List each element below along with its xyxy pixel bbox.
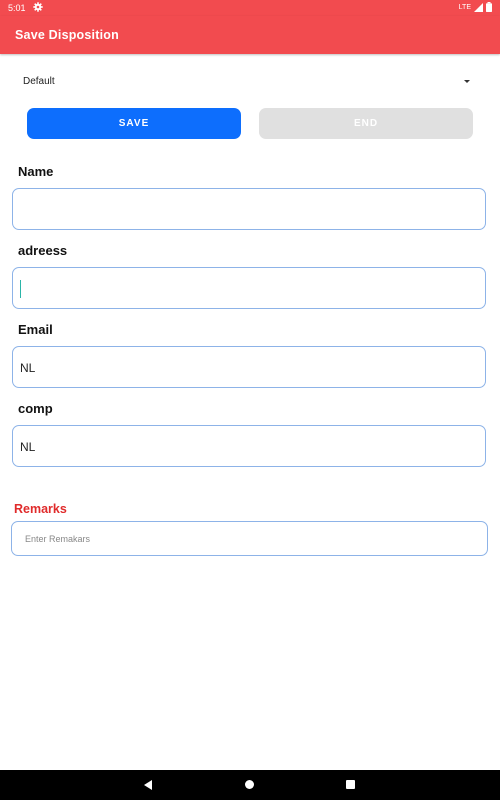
comp-label: comp [18,401,53,416]
address-field[interactable] [12,267,486,309]
battery-icon [486,2,492,14]
save-button[interactable]: SAVE [27,108,241,139]
remarks-input[interactable]: Enter Remakars [11,521,488,556]
navigation-bar [0,770,500,800]
address-label: adreess [18,243,68,258]
network-type: LTE [458,4,471,11]
recents-icon[interactable] [346,780,355,789]
end-button[interactable]: END [259,108,473,139]
lte-signal-icon [474,2,483,14]
name-field[interactable] [12,188,486,230]
email-label: Email [18,322,53,337]
gear-icon [33,2,43,12]
disposition-dropdown[interactable]: Default [14,70,478,92]
app-bar: Save Disposition [0,16,500,54]
name-label: Name [18,164,54,179]
status-time: 5:01 [8,3,26,13]
email-value: NL [20,361,36,375]
chevron-down-icon [464,80,470,83]
remarks-placeholder: Enter Remakars [25,534,91,544]
page-title: Save Disposition [15,28,119,42]
text-cursor [20,280,21,298]
back-icon[interactable] [144,780,152,790]
comp-value: NL [20,440,36,454]
status-indicators: LTE [459,2,492,14]
status-bar: 5:01 LTE [0,0,500,16]
dropdown-selected-value: Default [23,76,55,87]
home-icon[interactable] [245,780,254,789]
email-field[interactable]: NL [12,346,486,388]
comp-field[interactable]: NL [12,425,486,467]
remarks-label: Remarks [14,502,67,516]
